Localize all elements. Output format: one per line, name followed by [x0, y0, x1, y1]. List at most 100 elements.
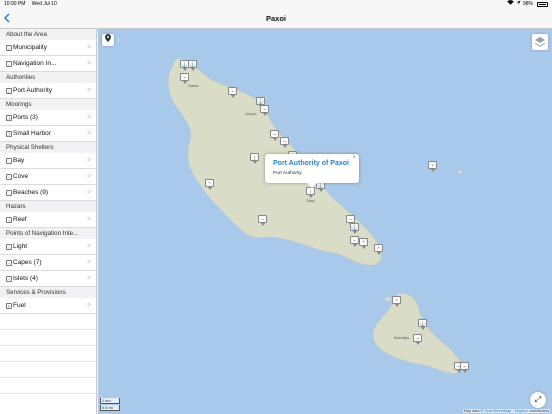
section-header-authorities: Authorities	[0, 72, 96, 83]
sidebar-item-municipality[interactable]: i Municipality >	[0, 40, 96, 56]
authority-icon: i	[6, 87, 12, 94]
place-label: Γάιος	[306, 199, 315, 203]
cove-icon: ~	[6, 173, 12, 180]
sidebar-item-navigation-info[interactable]: i Navigation In... >	[0, 56, 96, 72]
place-label: Άντίπαξοι	[394, 336, 410, 340]
location-pin-icon	[105, 34, 111, 44]
map-marker-beach[interactable]: ~	[280, 137, 289, 148]
map-marker-beach[interactable]: ~	[180, 73, 189, 84]
expand-map-button[interactable]: ⤢	[530, 392, 546, 408]
empty-row	[0, 330, 96, 346]
sidebar-item-capes[interactable]: ^ Capes (7) >	[0, 255, 96, 271]
location-icon	[516, 0, 521, 9]
empty-row	[0, 314, 96, 330]
map-marker-anchor[interactable]: ⚓	[188, 60, 197, 71]
map-marker-reef[interactable]: +	[428, 161, 437, 172]
map-view[interactable]: Λάκκα Λογγός Γάιος Άντίπαξοι ⚓ ⚓ ~ ~ ⚓ ~…	[98, 29, 552, 414]
map-marker-islet[interactable]: ^	[359, 238, 368, 249]
section-header-moorings: Moorings	[0, 99, 96, 110]
status-time: 10:00 PM	[4, 1, 26, 7]
sidebar-item-cove[interactable]: ~ Cove >	[0, 169, 96, 185]
layers-icon	[532, 37, 548, 54]
sidebar-item-light[interactable]: | Light >	[0, 239, 96, 255]
map-marker-beach[interactable]: ~	[460, 362, 469, 373]
page-title: Paxoi	[265, 14, 286, 23]
section-header-about: About the Area	[0, 29, 96, 40]
sidebar-item-islets[interactable]: ^ Islets (4) >	[0, 271, 96, 287]
lighthouse-icon: |	[6, 243, 12, 250]
chevron-right-icon: >	[86, 243, 91, 250]
map-marker-beach[interactable]: ~	[260, 105, 269, 116]
sidebar-item-ports[interactable]: ⚓ Ports (3) >	[0, 110, 96, 126]
sidebar-item-label: Reef	[13, 215, 27, 223]
status-right: 98%	[507, 0, 548, 9]
chevron-right-icon: >	[86, 302, 91, 309]
expand-icon: ⤢	[534, 395, 542, 404]
sidebar-item-small-harbor[interactable]: ⚓ Small Harbor >	[0, 126, 96, 142]
attribution-mapbox-link[interactable]: Mapbox	[515, 409, 529, 413]
empty-row	[0, 346, 96, 362]
chevron-right-icon: >	[86, 189, 91, 196]
section-header-hazards: Hazars	[0, 201, 96, 212]
map-marker-beach[interactable]: ~	[270, 130, 279, 141]
callout-title[interactable]: Port Authority of Paxoi	[273, 160, 349, 167]
map-callout[interactable]: Port Authority of Paxoi Port Authority ×	[265, 154, 359, 188]
section-header-navigation-points: Points of Navigation Inte...	[0, 228, 96, 239]
close-icon[interactable]: ×	[352, 155, 356, 161]
map-marker-islet[interactable]: ^	[374, 244, 383, 255]
sidebar-item-label: Bay	[13, 156, 25, 164]
battery-icon	[537, 2, 548, 7]
anchor-icon: ⚓	[6, 114, 12, 121]
islet-icon: ^	[6, 275, 12, 282]
section-header-services: Services & Provisions	[0, 287, 96, 298]
chevron-right-icon: >	[86, 44, 91, 51]
reef-icon: +	[6, 216, 12, 223]
status-date: Wed Jul 10	[31, 1, 57, 7]
fuel-icon: F	[6, 302, 12, 309]
beach-icon: ~	[6, 189, 12, 196]
sidebar-item-label: Navigation In...	[13, 59, 57, 67]
sidebar-item-label: Cove	[13, 172, 29, 180]
sidebar-item-label: Beaches (9)	[13, 188, 49, 196]
scale-km: 1 km	[100, 398, 120, 404]
sidebar-item-port-authority[interactable]: i Port Authority >	[0, 83, 96, 99]
sidebar: About the Area i Municipality > i Naviga…	[0, 29, 97, 414]
empty-row	[0, 378, 96, 394]
map-marker-cape[interactable]: ^	[205, 179, 214, 190]
sidebar-item-label: Light	[13, 242, 28, 250]
layers-button[interactable]	[532, 34, 548, 50]
chevron-right-icon: >	[86, 87, 91, 94]
map-marker-port-authority[interactable]: i	[306, 187, 315, 198]
chevron-right-icon: >	[86, 173, 91, 180]
attribution-osm-link[interactable]: OpenStreetMap	[484, 409, 511, 413]
map-marker-light[interactable]: |	[250, 153, 259, 164]
map-marker-beach[interactable]: ~	[228, 87, 237, 98]
chevron-right-icon: >	[86, 275, 91, 282]
chevron-right-icon: >	[86, 130, 91, 137]
sidebar-item-bay[interactable]: ~ Bay >	[0, 153, 96, 169]
map-marker-anchor[interactable]: ⚓	[350, 223, 359, 234]
cape-icon: ^	[6, 259, 12, 266]
islet-east	[458, 170, 462, 174]
battery-percent: 98%	[522, 1, 533, 7]
wifi-icon	[507, 0, 514, 9]
place-label: Λάκκα	[188, 84, 199, 88]
sidebar-item-reef[interactable]: + Reef >	[0, 212, 96, 228]
sidebar-item-label: Fuel	[13, 301, 26, 309]
chevron-right-icon: >	[86, 60, 91, 67]
attribution-prefix: Map data ©	[463, 409, 484, 413]
map-marker-beach[interactable]: ~	[258, 215, 267, 226]
sidebar-item-beaches[interactable]: ~ Beaches (9) >	[0, 185, 96, 201]
empty-row	[0, 362, 96, 378]
status-bar: 10:00 PM Wed Jul 10 98%	[0, 0, 552, 9]
bay-icon: ~	[6, 157, 12, 164]
map-marker-beach[interactable]: ~	[413, 334, 422, 345]
map-marker-beach[interactable]: ~	[350, 236, 359, 247]
map-scale: 1 km 0.5 mi	[100, 397, 120, 411]
chevron-right-icon: >	[86, 157, 91, 164]
locate-button[interactable]	[102, 34, 114, 46]
sidebar-item-label: Port Authority	[13, 86, 53, 94]
map-marker-anchor[interactable]: ⚓	[418, 319, 427, 330]
map-marker-islet[interactable]: ^	[392, 296, 401, 307]
sidebar-item-fuel[interactable]: F Fuel >	[0, 298, 96, 314]
